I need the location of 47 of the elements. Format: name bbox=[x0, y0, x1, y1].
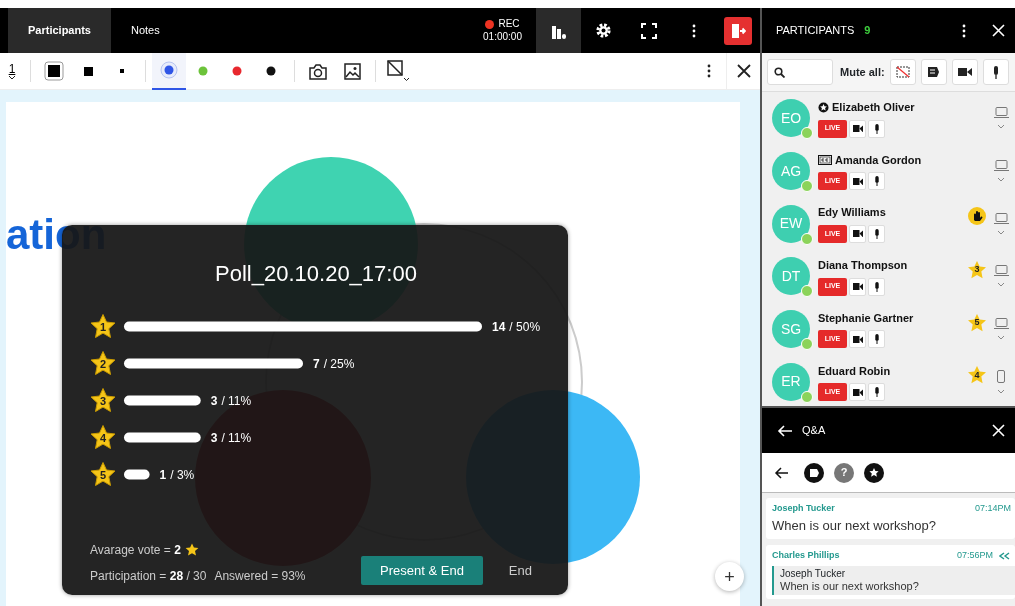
avatar-initials: EO bbox=[780, 108, 802, 128]
quote-author: Joseph Tucker bbox=[780, 567, 847, 580]
recording-label: REC bbox=[498, 18, 520, 31]
vote-count: 1 bbox=[159, 468, 167, 482]
quote-text: When is our next workshop? bbox=[780, 579, 920, 593]
category-label: 5 bbox=[99, 468, 107, 481]
author-name: Charles Phillips bbox=[772, 549, 840, 562]
avatar-initials: SG bbox=[780, 319, 802, 339]
category-label: 4 bbox=[99, 431, 107, 444]
vote-share: / 25% bbox=[323, 357, 355, 371]
vote-share: / 3% bbox=[170, 468, 195, 482]
participation-text: Participation = 28 / 30 bbox=[90, 568, 207, 585]
participant-count: 9 bbox=[864, 23, 871, 39]
category-label: 1 bbox=[99, 320, 107, 333]
avatar-initials: AG bbox=[780, 161, 802, 181]
vote-count: 7 bbox=[313, 357, 320, 371]
avatar-initials: DT bbox=[781, 266, 801, 286]
star-rating-badge: 4 bbox=[967, 365, 987, 386]
star-rating-badge: 3 bbox=[967, 260, 987, 281]
vote-share: / 11% bbox=[221, 394, 252, 408]
recording-time: 01:00:00 bbox=[483, 30, 522, 43]
average-vote-text: Avarage vote = 2 bbox=[90, 542, 181, 559]
message-time: 07:14PM bbox=[974, 502, 1011, 515]
message-text: When is our next workshop? bbox=[772, 516, 938, 535]
participant-name: Eduard Robin bbox=[818, 363, 891, 379]
mute-all-label: Mute all: bbox=[840, 64, 885, 80]
poll-title: Poll_20.10.20_17:00 bbox=[214, 260, 418, 288]
avatar-initials: ER bbox=[781, 372, 801, 392]
panel-title: PARTICIPANTS bbox=[776, 23, 855, 39]
category-label: 2 bbox=[99, 357, 107, 370]
participant-name: Edy Williams bbox=[818, 205, 886, 221]
message-time: 07:56PM bbox=[956, 549, 993, 562]
author-name: Joseph Tucker bbox=[772, 502, 835, 515]
vote-count: 3 bbox=[210, 431, 218, 445]
vote-count: 3 bbox=[210, 394, 218, 408]
vote-count: 14 bbox=[492, 320, 506, 334]
panel-title: Q&A bbox=[802, 423, 826, 439]
participant-name: Diana Thompson bbox=[818, 258, 908, 274]
avatar-initials: EW bbox=[779, 214, 803, 234]
participant-name: Stephanie Gartner bbox=[818, 310, 914, 326]
answered-text: Answered = 93% bbox=[214, 568, 306, 585]
star-rating-badge: 5 bbox=[967, 312, 987, 333]
vote-share: / 50% bbox=[509, 320, 540, 334]
participant-name: Elizabeth Oliver bbox=[832, 100, 915, 116]
participant-name: Amanda Gordon bbox=[835, 152, 922, 168]
category-label: 3 bbox=[99, 394, 107, 407]
vote-share: / 11% bbox=[221, 431, 252, 445]
